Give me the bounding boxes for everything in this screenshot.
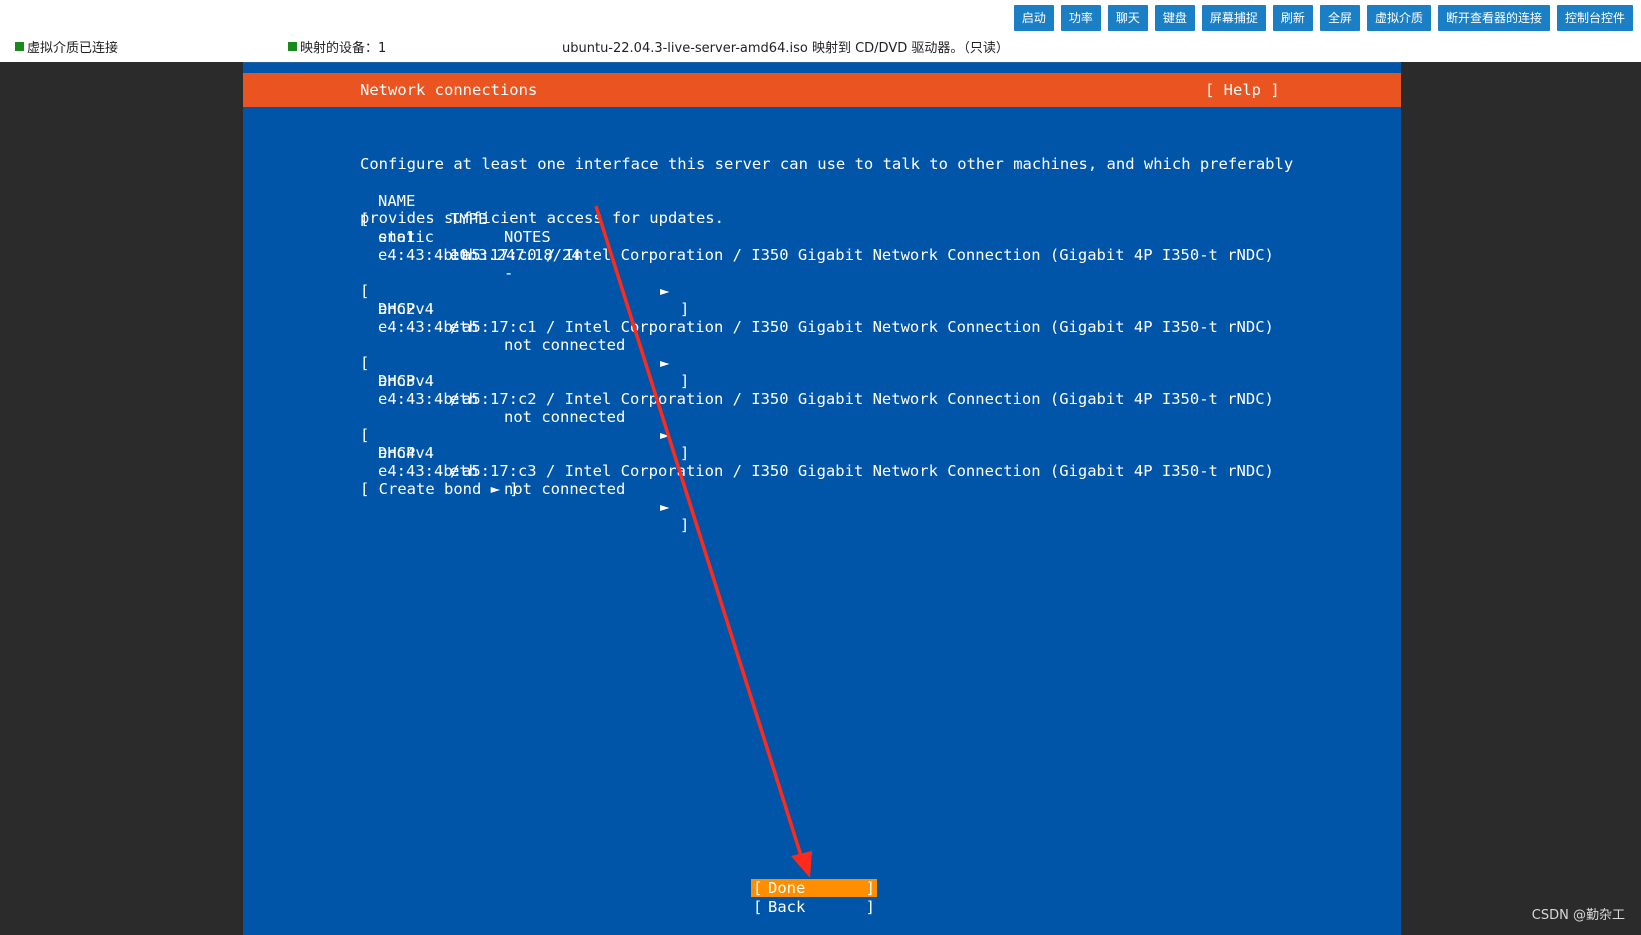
console-controls-button[interactable]: 控制台控件 [1556,5,1633,31]
bracket: [ [753,879,763,897]
bracket: ] [680,444,690,462]
screen-capture-button[interactable]: 屏幕捕捉 [1201,5,1266,31]
interface-notes: - [504,264,514,282]
done-label: Done [768,879,806,897]
description-line: provides sufficient access for updates. [360,209,724,227]
back-button[interactable]: [ Back ] [751,898,877,916]
hardware-info: e4:43:4b:a5:17:c1 / Intel Corporation / … [378,318,1274,336]
media-status: 虚拟介质已连接 [15,37,118,56]
disconnect-viewer-button[interactable]: 断开查看器的连接 [1437,5,1550,31]
fullscreen-button[interactable]: 全屏 [1319,5,1360,31]
interface-notes: not connected [504,408,626,426]
keyboard-button[interactable]: 键盘 [1154,5,1195,31]
bracket: [ [753,898,763,916]
hardware-info: e4:43:4b:a5:17:c3 / Intel Corporation / … [378,462,1274,480]
done-button[interactable]: [ Done ] [751,879,877,897]
media-status-text: 虚拟介质已连接 [27,41,119,56]
bracket: ] [865,879,875,897]
iso-mapping-text: ubuntu-22.04.3-live-server-amd64.iso 映射到… [562,41,1009,56]
page-title: Network connections [360,81,538,99]
help-button[interactable]: [ Help ] [1205,81,1280,99]
viewer-top-bar: 启动 功率 聊天 键盘 屏幕捕捉 刷新 全屏 虚拟介质 断开查看器的连接 控制台… [0,0,1641,62]
iso-mapping-status: ubuntu-22.04.3-live-server-amd64.iso 映射到… [562,37,1009,56]
watermark: CSDN @勤杂工 [1531,908,1625,923]
column-type: TYPE [450,210,488,228]
interface-notes: not connected [504,480,626,498]
column-notes: NOTES [504,228,551,246]
mapped-devices-status: 映射的设备：1 [288,37,386,56]
chat-button[interactable]: 聊天 [1107,5,1148,31]
submenu-arrow-icon[interactable]: ► [660,354,669,372]
remote-console-screen[interactable]: Network connections [ Help ] Configure a… [243,62,1401,935]
back-label: Back [768,898,806,916]
power-button[interactable]: 功率 [1060,5,1101,31]
hardware-info: e4:43:4b:a5:17:c2 / Intel Corporation / … [378,390,1274,408]
bracket: ] [680,516,690,534]
submenu-arrow-icon[interactable]: ► [660,426,669,444]
connected-indicator-icon [15,42,24,51]
bracket: ] [680,300,690,318]
virtual-media-button[interactable]: 虚拟介质 [1366,5,1431,31]
viewer-toolbar: 启动 功率 聊天 键盘 屏幕捕捉 刷新 全屏 虚拟介质 断开查看器的连接 控制台… [1013,5,1633,31]
submenu-arrow-icon[interactable]: ► [660,498,669,516]
description-line: Configure at least one interface this se… [360,155,1294,173]
page-description: Configure at least one interface this se… [360,119,1293,263]
refresh-button[interactable]: 刷新 [1272,5,1313,31]
bracket: ] [680,372,690,390]
mapped-devices-text: 映射的设备：1 [300,41,387,56]
hardware-info: e4:43:4b:a5:17:c0 / Intel Corporation / … [378,246,1274,264]
bracket: ] [865,898,875,916]
submenu-arrow-icon[interactable]: ► [660,282,669,300]
power-on-button[interactable]: 启动 [1013,5,1054,31]
device-indicator-icon [288,42,297,51]
create-bond-button[interactable]: [ Create bond ► ] [360,480,519,498]
interface-notes: not connected [504,336,626,354]
